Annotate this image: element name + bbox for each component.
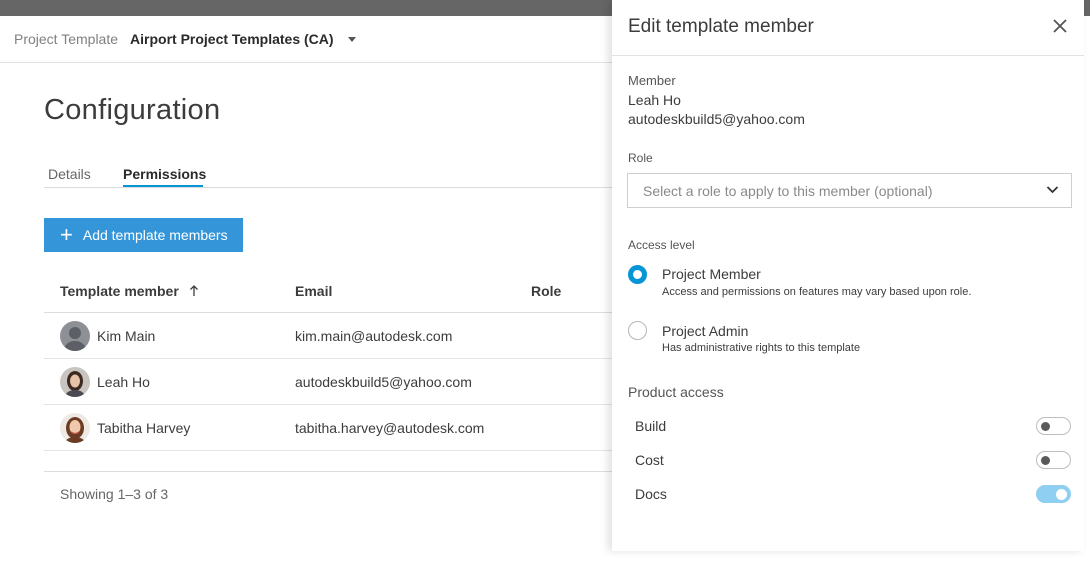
member-name: Kim Main: [97, 328, 156, 344]
plus-icon: +: [60, 222, 73, 247]
project-selector-label[interactable]: Airport Project Templates (CA): [130, 31, 334, 47]
docs-toggle[interactable]: [1036, 485, 1071, 503]
table-header: Template member Email Role: [44, 268, 612, 313]
radio-project-admin-label: Project Admin: [662, 323, 749, 339]
product-docs-label: Docs: [635, 486, 667, 502]
sort-ascending-icon: [189, 285, 198, 296]
caret-down-icon[interactable]: [347, 36, 356, 42]
tab-details[interactable]: Details: [48, 166, 91, 186]
member-email: kim.main@autodesk.com: [295, 328, 453, 344]
role-select-placeholder: Select a role to apply to this member (o…: [643, 183, 933, 199]
tab-bar: Details Permissions: [44, 164, 612, 188]
radio-project-member-label: Project Member: [662, 266, 761, 282]
product-access-title: Product access: [628, 384, 724, 400]
breadcrumb: Project Template Airport Project Templat…: [0, 16, 612, 63]
table-row[interactable]: Tabitha Harvey tabitha.harvey@autodesk.c…: [44, 405, 612, 451]
member-label: Member: [628, 73, 676, 88]
breadcrumb-label: Project Template: [14, 31, 119, 47]
member-name: Leah Ho: [97, 374, 150, 390]
build-toggle[interactable]: [1036, 417, 1071, 435]
member-name-value: Leah Ho: [628, 92, 681, 108]
close-icon[interactable]: [1050, 16, 1070, 36]
radio-project-admin[interactable]: [628, 321, 647, 340]
member-email-value: autodeskbuild5@yahoo.com: [628, 111, 805, 127]
cost-toggle[interactable]: [1036, 451, 1071, 469]
add-button-label: Add template members: [82, 227, 228, 243]
tab-permissions[interactable]: Permissions: [123, 166, 206, 187]
radio-project-member-desc: Access and permissions on features may v…: [662, 286, 972, 298]
radio-project-member[interactable]: [628, 265, 647, 284]
member-name: Tabitha Harvey: [97, 420, 191, 436]
product-cost-label: Cost: [635, 452, 664, 468]
role-label: Role: [628, 151, 653, 165]
product-build-label: Build: [635, 418, 667, 434]
user-photo-avatar: [60, 413, 90, 443]
column-header-email[interactable]: Email: [295, 283, 332, 299]
table-row[interactable]: Leah Ho autodeskbuild5@yahoo.com: [44, 359, 612, 405]
column-header-role[interactable]: Role: [531, 283, 561, 299]
add-template-members-button[interactable]: + Add template members: [44, 218, 243, 252]
role-select[interactable]: Select a role to apply to this member (o…: [627, 173, 1072, 208]
member-email: autodeskbuild5@yahoo.com: [295, 374, 472, 390]
panel-title: Edit template member: [628, 16, 814, 37]
table-row[interactable]: Kim Main kim.main@autodesk.com: [44, 313, 612, 359]
chevron-down-icon: [1046, 186, 1059, 194]
edit-member-panel: Edit template member Member Leah Ho auto…: [612, 0, 1084, 551]
generic-user-avatar: [60, 321, 90, 351]
member-email: tabitha.harvey@autodesk.com: [295, 420, 485, 436]
access-level-label: Access level: [628, 238, 695, 252]
toggle-knob: [1056, 489, 1067, 500]
members-table: Template member Email Role Kim Main kim.…: [44, 268, 612, 519]
user-photo-avatar: [60, 367, 90, 397]
column-header-template-member[interactable]: Template member: [60, 283, 199, 299]
pagination-summary: Showing 1–3 of 3: [60, 486, 169, 502]
page-title: Configuration: [44, 94, 221, 126]
panel-header: Edit template member: [612, 0, 1084, 56]
toggle-knob: [1041, 422, 1050, 431]
toggle-knob: [1041, 456, 1050, 465]
table-footer: Showing 1–3 of 3: [44, 471, 612, 519]
radio-project-admin-desc: Has administrative rights to this templa…: [662, 342, 861, 354]
